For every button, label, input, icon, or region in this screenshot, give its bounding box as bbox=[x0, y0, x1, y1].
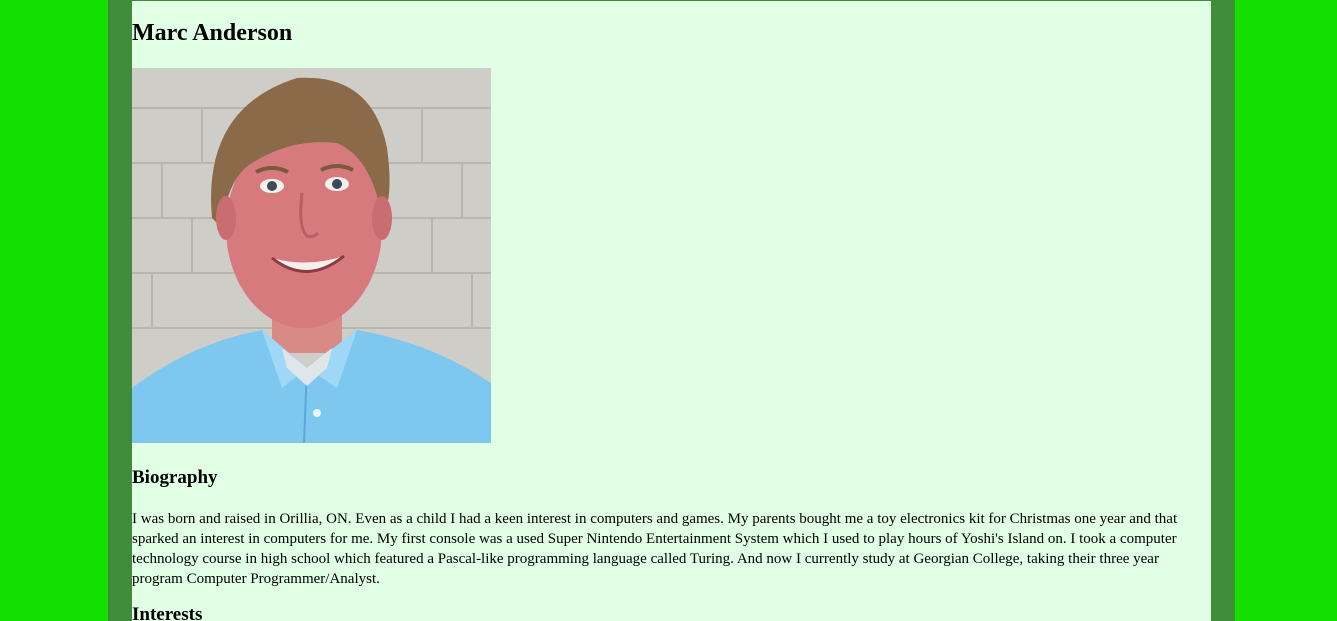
page-frame: Marc Anderson Biography I was born and r… bbox=[108, 0, 1235, 621]
page-title: Marc Anderson bbox=[132, 20, 293, 46]
interests-heading: Interests bbox=[132, 604, 203, 621]
biography-text: I was born and raised in Orillia, ON. Ev… bbox=[132, 511, 1178, 587]
profile-photo bbox=[132, 68, 491, 443]
content-panel: Marc Anderson Biography I was born and r… bbox=[132, 1, 1211, 621]
biography-heading: Biography bbox=[132, 467, 218, 488]
